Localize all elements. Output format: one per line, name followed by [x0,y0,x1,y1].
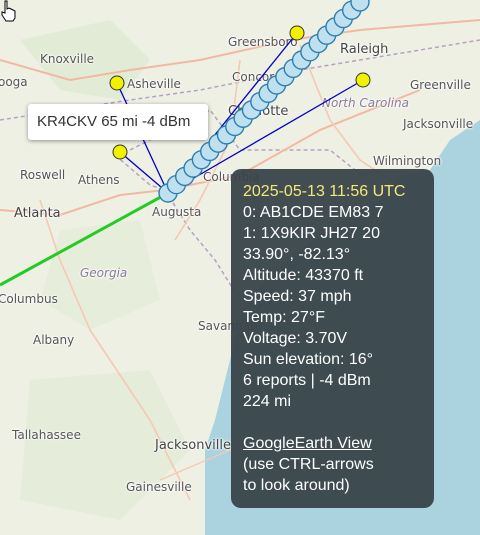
popup-line1: 1: 1X9KIR JH27 20 [243,225,380,242]
popup-sun: Sun elevation: 16° [243,351,374,368]
hand-cursor-icon [1,0,16,22]
popup-voltage: Voltage: 3.70V [243,330,348,347]
googleearth-link[interactable]: GoogleEarth View [243,433,372,454]
popup-temp: Temp: 27°F [243,309,325,326]
popup-coords: 33.90°, -82.13° [243,246,351,263]
balloon-position-marker[interactable] [350,0,370,12]
popup-timestamp: 2025-05-13 11:56 UTC [243,183,406,200]
popup-altitude: Altitude: 43370 ft [243,267,364,284]
station-marker [112,144,128,160]
hover-tooltip: KR4CKV 65 mi -4 dBm [28,104,208,140]
balloon-popup: 2025-05-13 11:56 UTC 0: AB1CDE EM83 7 1:… [231,169,434,508]
popup-hint-2: to look around) [243,477,350,494]
station-marker [355,72,371,88]
popup-reports: 6 reports | -4 dBm [243,372,371,389]
station-marker [109,75,125,91]
popup-line0: 0: AB1CDE EM83 7 [243,204,384,221]
popup-speed: Speed: 37 mph [243,288,352,305]
station-marker [289,25,305,41]
popup-distance: 224 mi [243,393,292,410]
flight-path-line [0,191,169,287]
popup-hint-1: (use CTRL-arrows [243,456,374,473]
map-view[interactable]: Knoxville Asheville Greensboro Raleigh G… [0,0,480,535]
